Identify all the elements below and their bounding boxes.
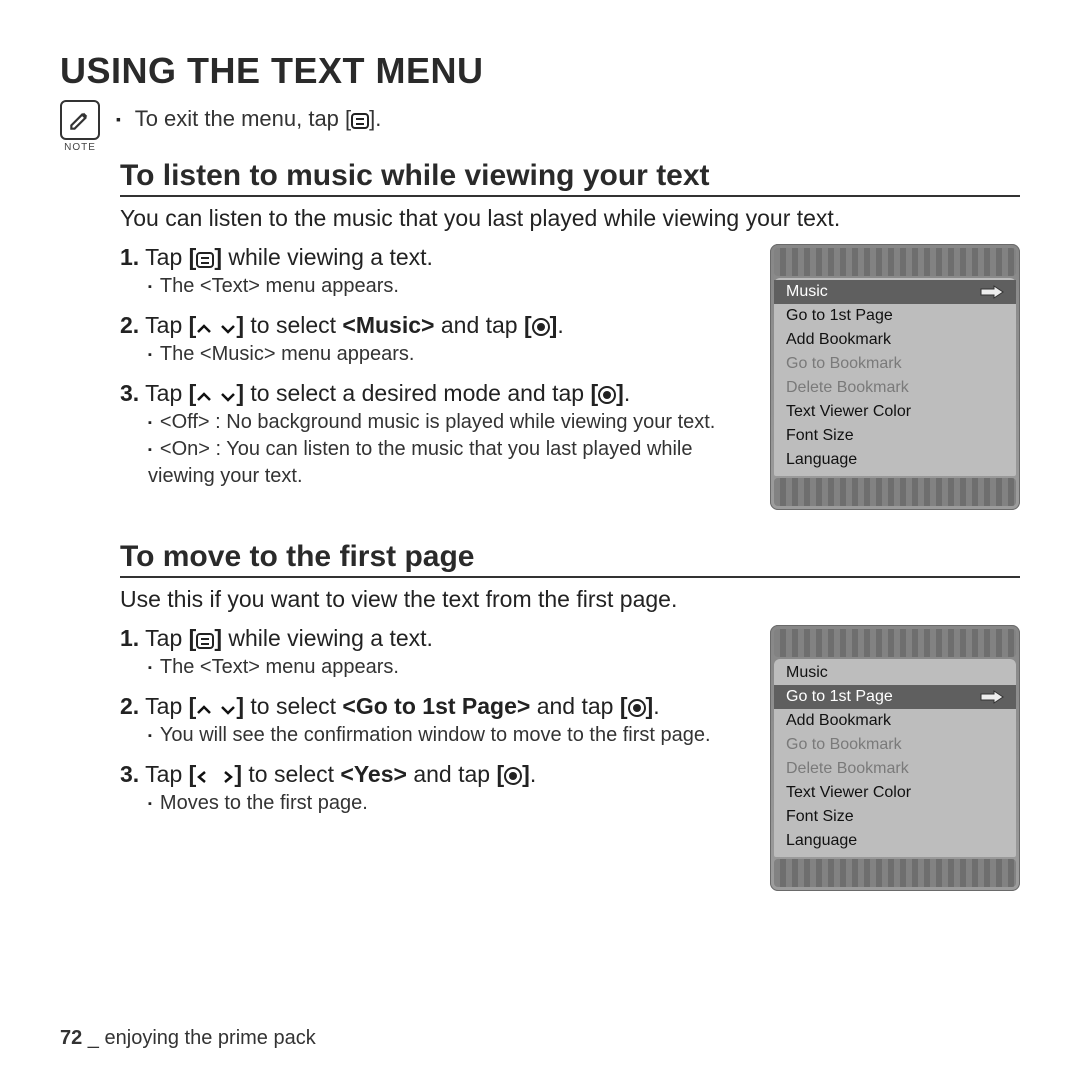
device-menu-item-lang: Language (774, 829, 1016, 853)
device-mock-section-a: Music Go to 1st Page Add Bookmark Go to … (770, 244, 1020, 510)
device-menu-item-gotobm: Go to Bookmark (774, 352, 1016, 376)
section-b-step-2: 2. Tap [] to select <Go to 1st Page> and… (120, 693, 752, 749)
device-bottom-bar (774, 859, 1016, 887)
section-a-body: 1. Tap [] while viewing a text. The <Tex… (120, 244, 1020, 510)
device-mock-section-b: Music Go to 1st Page Add Bookmark Go to … (770, 625, 1020, 891)
device-menu-item-fs: Font Size (774, 424, 1016, 448)
up-down-chevron-icon (196, 391, 236, 403)
section-b-step-2-sub: You will see the confirmation window to … (148, 722, 752, 749)
footer-section-name: enjoying the prime pack (105, 1027, 316, 1049)
up-down-chevron-icon (196, 704, 236, 716)
note-exit-text: To exit the menu, tap []. (116, 106, 381, 132)
device-menu-item-music: Music (774, 280, 1016, 304)
device-menu-item-tvc: Text Viewer Color (774, 400, 1016, 424)
section-b-title: To move to the first page (120, 540, 1020, 578)
device-menu-item-goto1st: Go to 1st Page (774, 304, 1016, 328)
select-ring-icon (504, 767, 522, 785)
note-pencil-icon (60, 100, 100, 140)
left-right-chevron-icon (196, 770, 234, 784)
device-menu-item-delbm: Delete Bookmark (774, 757, 1016, 781)
device-menu-item-addbm: Add Bookmark (774, 709, 1016, 733)
page-title: USING THE TEXT MENU (60, 50, 1020, 92)
menu-icon (351, 113, 369, 129)
select-ring-icon (628, 699, 646, 717)
menu-icon (196, 252, 214, 268)
device-menu-item-tvc: Text Viewer Color (774, 781, 1016, 805)
device-menu-item-delbm: Delete Bookmark (774, 376, 1016, 400)
device-menu-list: Music Go to 1st Page Add Bookmark Go to … (774, 278, 1016, 476)
section-a-step-3-sub-on: <On> : You can listen to the music that … (148, 436, 752, 490)
device-menu-item-goto1st: Go to 1st Page (774, 685, 1016, 709)
device-menu-item-gotobm: Go to Bookmark (774, 733, 1016, 757)
page-footer: 72 _ enjoying the prime pack (60, 1027, 316, 1050)
up-down-chevron-icon (196, 323, 236, 335)
section-a-step-3: 3. Tap [] to select a desired mode and t… (120, 380, 752, 490)
menu-icon (196, 633, 214, 649)
section-a-step-2: 2. Tap [] to select <Music> and tap []. … (120, 312, 752, 368)
section-b-step-3-sub: Moves to the first page. (148, 790, 752, 817)
device-menu-item-lang: Language (774, 448, 1016, 472)
section-a-intro: You can listen to the music that you las… (120, 205, 1020, 232)
note-label: NOTE (60, 142, 100, 153)
select-ring-icon (532, 318, 550, 336)
device-top-bar (774, 629, 1016, 657)
section-b-step-1-sub: The <Text> menu appears. (148, 654, 752, 681)
section-a-step-3-sub-off: <Off> : No background music is played wh… (148, 409, 752, 436)
device-menu-item-fs: Font Size (774, 805, 1016, 829)
section-b-intro: Use this if you want to view the text fr… (120, 586, 1020, 613)
device-bottom-bar (774, 478, 1016, 506)
select-ring-icon (598, 386, 616, 404)
section-a-step-1-sub: The <Text> menu appears. (148, 273, 752, 300)
section-b-body: 1. Tap [] while viewing a text. The <Tex… (120, 625, 1020, 891)
device-top-bar (774, 248, 1016, 276)
device-menu-item-addbm: Add Bookmark (774, 328, 1016, 352)
section-a-step-1: 1. Tap [] while viewing a text. The <Tex… (120, 244, 752, 300)
selection-arrow-icon (980, 285, 1004, 299)
page-number: 72 (60, 1027, 82, 1049)
section-a-title: To listen to music while viewing your te… (120, 159, 1020, 197)
selection-arrow-icon (980, 690, 1004, 704)
device-menu-list: Music Go to 1st Page Add Bookmark Go to … (774, 659, 1016, 857)
section-a-step-2-sub: The <Music> menu appears. (148, 341, 752, 368)
section-b-step-1: 1. Tap [] while viewing a text. The <Tex… (120, 625, 752, 681)
device-menu-item-music: Music (774, 661, 1016, 685)
note-row: NOTE To exit the menu, tap []. (60, 100, 1020, 153)
section-b-step-3: 3. Tap [] to select <Yes> and tap []. Mo… (120, 761, 752, 817)
